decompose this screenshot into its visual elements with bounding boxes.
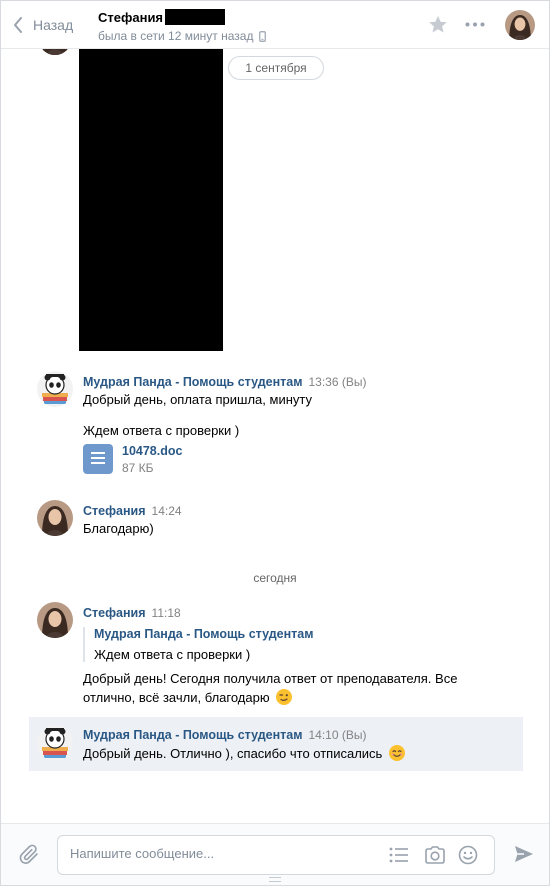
message-text-line: Добрый день. Отлично ), спасибо что отпи… (83, 745, 405, 761)
message-header: Стефания 14:24 (83, 503, 182, 518)
avatar[interactable] (37, 371, 73, 407)
chevron-left-icon (14, 17, 22, 33)
redacted-surname (165, 9, 226, 25)
resize-handle[interactable] (269, 877, 281, 882)
message[interactable]: Мудрая Панда - Помощь студентам 13:36 (Вы… (29, 365, 523, 483)
paperclip-icon[interactable] (19, 844, 41, 866)
message-author[interactable]: Стефания (83, 606, 146, 620)
peer-name-text: Стефания (98, 9, 164, 25)
avatar[interactable] (37, 500, 73, 536)
peer-status-text: была в сети 12 минут назад (98, 29, 254, 43)
user-photo-icon (505, 10, 535, 40)
message-time[interactable]: 14:10 (Вы) (308, 728, 366, 742)
message-input-box[interactable] (57, 835, 495, 875)
message-text: Добрый день, оплата пришла, минуту (83, 392, 312, 407)
chat-window: Назад Стефания была в сети 12 минут наза… (0, 0, 550, 886)
peer-name[interactable]: Стефания (98, 9, 226, 25)
list-icon[interactable] (389, 846, 409, 864)
document-name[interactable]: 10478.doc (122, 444, 182, 458)
document-size: 87 КБ (122, 461, 154, 475)
forwarded-author[interactable]: Мудрая Панда - Помощь студентам (94, 627, 313, 641)
redacted-photo[interactable] (79, 49, 223, 351)
user-photo-icon (37, 500, 73, 536)
camera-icon[interactable] (424, 845, 446, 865)
avatar[interactable] (37, 602, 73, 638)
message-history[interactable]: 1 сентября Мудрая Панда - Помощь студент… (1, 49, 549, 823)
forwarded-message[interactable]: Мудрая Панда - Помощь студентам Ждем отв… (83, 627, 313, 662)
message-time[interactable]: 14:24 (152, 504, 182, 518)
smiling-face-icon (388, 745, 405, 761)
message[interactable]: Мудрая Панда - Помощь студентам 14:10 (Вы… (29, 717, 523, 771)
date-separator: сегодня (253, 571, 297, 585)
message-header: Мудрая Панда - Помощь студентам 14:10 (Вы… (83, 727, 366, 742)
winking-face-icon (276, 689, 293, 705)
message[interactable]: Стефания 11:18 Мудрая Панда - Помощь студ… (29, 597, 523, 707)
message-composer (1, 823, 549, 885)
message-text: отлично, всё зачли, благодарю (83, 690, 270, 705)
message-time[interactable]: 13:36 (Вы) (308, 375, 366, 389)
message-input[interactable] (70, 846, 370, 861)
message-text: Добрый день. Отлично ), спасибо что отпи… (83, 746, 383, 761)
panda-avatar-icon (37, 371, 73, 407)
document-icon[interactable] (83, 444, 113, 474)
send-icon[interactable] (513, 844, 535, 864)
header-avatar[interactable] (505, 10, 535, 40)
user-photo-icon (38, 49, 72, 55)
more-icon[interactable] (465, 22, 485, 27)
message-time[interactable]: 11:18 (152, 606, 181, 620)
message-author[interactable]: Стефания (83, 504, 146, 518)
avatar[interactable] (38, 49, 72, 55)
date-pill: 1 сентября (228, 56, 324, 80)
chat-header: Назад Стефания была в сети 12 минут наза… (1, 1, 549, 49)
peer-status: была в сети 12 минут назад (98, 29, 267, 43)
message-text: Благодарю) (83, 521, 154, 536)
emoji-icon[interactable] (458, 845, 478, 865)
mobile-phone-icon (259, 30, 267, 42)
message-text: Ждем ответа с проверки ) (83, 423, 240, 438)
message-author[interactable]: Мудрая Панда - Помощь студентам (83, 375, 302, 389)
user-photo-icon (37, 602, 73, 638)
panda-avatar-icon (37, 725, 73, 761)
message-author[interactable]: Мудрая Панда - Помощь студентам (83, 728, 302, 742)
star-icon[interactable] (428, 15, 448, 34)
message-header: Стефания 11:18 (83, 605, 181, 620)
message-text: Добрый день! Сегодня получила ответ от п… (83, 671, 458, 686)
document-attachment[interactable]: 10478.doc 87 КБ (83, 444, 182, 475)
back-label: Назад (33, 17, 74, 33)
avatar[interactable] (37, 725, 73, 761)
back-button[interactable]: Назад (13, 15, 73, 35)
message[interactable]: Стефания 14:24 Благодарю) (29, 495, 523, 541)
forwarded-text: Ждем ответа с проверки ) (94, 647, 251, 662)
message-header: Мудрая Панда - Помощь студентам 13:36 (Вы… (83, 374, 366, 389)
message-text-line: отлично, всё зачли, благодарю (83, 689, 293, 705)
